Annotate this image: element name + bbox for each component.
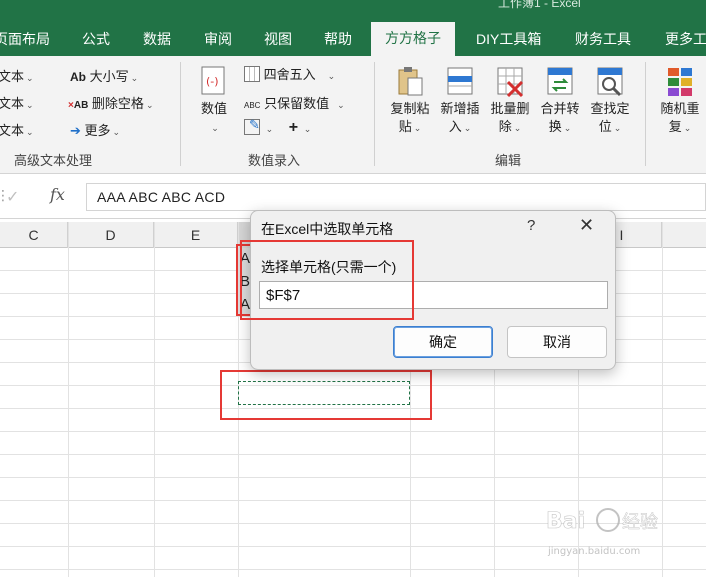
edit-input-button[interactable]: ✎ ⌄ + ⌄ xyxy=(244,117,311,137)
dialog-title: 在Excel中选取单元格 xyxy=(261,221,394,237)
add-insert-button[interactable]: 新增插入 ⌄ xyxy=(436,64,484,137)
tab-formulas[interactable]: 公式 xyxy=(82,28,110,56)
random-icon xyxy=(668,68,692,96)
ok-button[interactable]: 确定 xyxy=(393,326,493,358)
tab-finance-tools[interactable]: 财务工具 xyxy=(575,28,631,56)
tab-view[interactable]: 视图 xyxy=(264,28,292,56)
tab-more-tools[interactable]: 更多工 xyxy=(665,28,706,56)
insert-function-icon[interactable]: fx xyxy=(50,185,65,204)
merge-convert-icon xyxy=(547,67,573,95)
round-icon xyxy=(244,66,260,82)
svg-text:(-): (-) xyxy=(206,75,219,88)
find-icon xyxy=(597,67,623,97)
round-button[interactable]: 四舍五入 ⌄ xyxy=(244,64,335,83)
tab-review[interactable]: 审阅 xyxy=(204,28,232,56)
tab-data[interactable]: 数据 xyxy=(143,28,171,56)
random-repeat-button[interactable]: 随机重复 ⌄ xyxy=(654,64,706,137)
cell-f7-marquee[interactable] xyxy=(238,381,410,405)
ribbon-separator xyxy=(180,62,181,166)
find-locate-button[interactable]: 查找定位 ⌄ xyxy=(586,64,634,137)
case-button[interactable]: Ab 大小写 ⌄ xyxy=(70,66,138,85)
column-header-e[interactable]: E xyxy=(154,222,238,248)
window-title: 工作簿1 - Excel xyxy=(498,0,581,10)
help-icon[interactable]: ? xyxy=(527,217,535,234)
batch-delete-button[interactable]: 批量删除 ⌄ xyxy=(486,64,534,137)
value-button[interactable]: (-) 数值 ⌄ xyxy=(194,64,234,137)
more-button[interactable]: ➔ 更多 ⌄ xyxy=(70,120,120,139)
close-icon[interactable]: ✕ xyxy=(579,215,594,236)
arrow-right-icon: ➔ xyxy=(70,123,81,138)
group-label-edit: 编辑 xyxy=(495,153,522,168)
text-tool-2[interactable]: 文本 ⌄ xyxy=(0,93,34,112)
keep-number-button[interactable]: ABC 只保留数值 ⌄ xyxy=(244,93,345,112)
enter-check-icon[interactable]: ✓ xyxy=(6,187,19,207)
abc-icon: ABC xyxy=(244,101,261,110)
text-tool-3[interactable]: 文本 ⌄ xyxy=(0,120,34,139)
formula-input[interactable]: AAA ABC ABC ACD xyxy=(86,183,706,211)
highlight-box-dialog xyxy=(240,240,414,320)
delete-grid-icon xyxy=(497,67,524,98)
merge-convert-button[interactable]: 合并转换 ⌄ xyxy=(536,64,584,137)
remove-space-icon: ×AB xyxy=(68,100,89,111)
remove-space-button[interactable]: ×AB 删除空格 ⌄ xyxy=(68,93,153,112)
svg-text:Bai: Bai xyxy=(546,509,585,534)
ribbon-separator xyxy=(374,62,375,166)
column-header-c[interactable]: C xyxy=(0,222,68,248)
group-label-text: 高级文本处理 xyxy=(14,153,93,168)
group-label-number: 数值录入 xyxy=(248,153,301,168)
ribbon-tab-bar: 工作簿1 - Excel 页面布局 公式 数据 审阅 视图 帮助 方方格子 DI… xyxy=(0,0,706,56)
svg-text:经验: 经验 xyxy=(622,512,658,533)
clipboard-icon xyxy=(398,67,423,96)
svg-text:jingyan.baidu.com: jingyan.baidu.com xyxy=(547,546,640,557)
column-header-j[interactable] xyxy=(662,222,706,248)
column-header-d[interactable]: D xyxy=(68,222,154,248)
formula-buttons: ⋮ ✓ fx xyxy=(0,183,84,211)
ribbon: 文本 ⌄ 文本 ⌄ 文本 ⌄ Ab 大小写 ⌄ ×AB 删除空格 ⌄ ➔ 更多 ⌄ 高级文本… xyxy=(0,56,706,174)
tab-fangfanggezi[interactable]: 方方格子 xyxy=(371,22,455,56)
plus-icon[interactable]: + xyxy=(289,119,298,136)
text-tool-1[interactable]: 文本 ⌄ xyxy=(0,66,34,85)
tab-diy-toolbox[interactable]: DIY工具箱 xyxy=(476,28,541,56)
value-icon: (-) xyxy=(201,66,225,95)
baidu-jingyan-watermark: Bai 经验 jingyan.baidu.com xyxy=(546,508,658,557)
copy-paste-button[interactable]: 复制粘贴 ⌄ xyxy=(386,64,434,137)
cancel-button[interactable]: 取消 xyxy=(507,326,607,358)
edit-icon: ✎ xyxy=(244,117,260,135)
tab-page-layout[interactable]: 页面布局 xyxy=(0,28,50,56)
ribbon-separator xyxy=(645,62,646,166)
insert-row-icon xyxy=(447,67,473,95)
grid-line xyxy=(68,222,69,577)
grid-line xyxy=(154,222,155,577)
tab-help[interactable]: 帮助 xyxy=(324,28,352,56)
case-icon: Ab xyxy=(70,70,86,84)
